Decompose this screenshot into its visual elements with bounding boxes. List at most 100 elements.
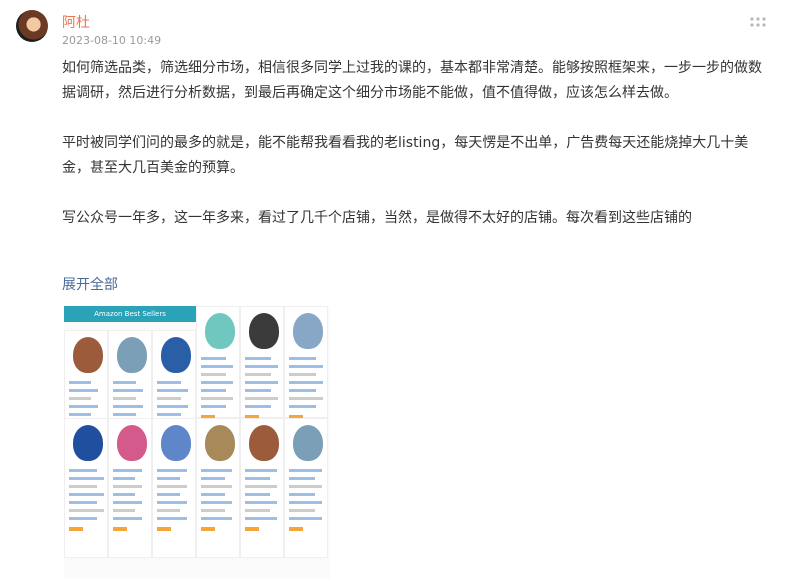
text-line	[113, 485, 142, 488]
post-content: 如何筛选品类，筛选细分市场，相信很多同学上过我的课的，基本都非常清楚。能够按照框…	[62, 56, 768, 231]
text-line	[245, 365, 278, 368]
text-line	[113, 405, 143, 408]
text-line	[201, 485, 232, 488]
post-image[interactable]: Amazon Best Sellers	[64, 306, 330, 579]
text-line	[69, 509, 104, 512]
paragraph: 平时被同学们问的最多的就是，能不能帮我看看我的老listing，每天愣是不出单，…	[62, 135, 749, 176]
text-line	[245, 381, 278, 384]
text-line	[245, 389, 271, 392]
product-thumbnail	[64, 418, 108, 558]
text-line	[289, 477, 315, 480]
text-line	[245, 493, 270, 496]
paragraph: 如何筛选品类，筛选细分市场，相信很多同学上过我的课的，基本都非常清楚。能够按照框…	[62, 60, 762, 101]
text-line	[201, 501, 232, 504]
text-line	[113, 509, 135, 512]
text-line	[289, 373, 316, 376]
price-tag	[289, 527, 303, 531]
text-line	[289, 389, 316, 392]
earring-image	[249, 425, 279, 461]
expand-all-link[interactable]: 展开全部	[62, 274, 118, 294]
text-line	[157, 509, 180, 512]
text-line	[157, 389, 188, 392]
more-dots-icon[interactable]	[748, 14, 768, 28]
text-line	[113, 477, 135, 480]
author-name[interactable]: 阿杜	[62, 12, 90, 32]
text-line	[113, 493, 135, 496]
text-line	[157, 469, 187, 472]
earring-image	[205, 313, 235, 349]
product-thumbnail	[284, 306, 328, 419]
text-line	[289, 509, 315, 512]
text-line	[201, 381, 233, 384]
text-line	[245, 397, 278, 400]
text-line	[201, 397, 233, 400]
earring-image	[73, 337, 103, 373]
text-line	[69, 493, 104, 496]
price-tag	[201, 527, 215, 531]
earring-image	[205, 425, 235, 461]
price-tag	[113, 527, 127, 531]
text-line	[245, 373, 271, 376]
text-line	[289, 485, 322, 488]
earring-image	[249, 313, 279, 349]
earring-image	[117, 425, 147, 461]
earring-image	[161, 425, 191, 461]
earring-image	[293, 313, 323, 349]
text-line	[289, 493, 315, 496]
text-line	[113, 517, 142, 520]
text-line	[113, 413, 136, 416]
post-card: 阿杜 2023-08-10 10:49 如何筛选品类，筛选细分市场，相信很多同学…	[0, 0, 788, 579]
text-line	[289, 405, 316, 408]
text-line	[113, 501, 142, 504]
avatar[interactable]	[16, 10, 48, 42]
text-line	[201, 509, 225, 512]
text-line	[201, 373, 226, 376]
text-line	[113, 381, 136, 384]
text-line	[113, 469, 142, 472]
text-line	[201, 365, 233, 368]
product-thumbnail	[284, 418, 328, 558]
text-line	[69, 477, 104, 480]
text-line	[69, 469, 97, 472]
earring-image	[73, 425, 103, 461]
product-thumbnail	[196, 306, 240, 419]
text-line	[245, 509, 270, 512]
text-line	[201, 357, 226, 360]
text-line	[113, 397, 136, 400]
text-line	[69, 485, 97, 488]
text-line	[201, 493, 225, 496]
text-line	[245, 477, 270, 480]
text-line	[69, 517, 97, 520]
text-line	[69, 501, 97, 504]
text-line	[157, 493, 180, 496]
text-line	[245, 485, 277, 488]
text-line	[157, 405, 188, 408]
price-tag	[157, 527, 171, 531]
text-line	[245, 357, 271, 360]
text-line	[69, 413, 91, 416]
text-line	[157, 501, 187, 504]
product-thumbnail	[240, 306, 284, 419]
text-line	[289, 397, 323, 400]
text-line	[69, 389, 98, 392]
text-line	[157, 485, 187, 488]
text-line	[245, 517, 277, 520]
paragraph: 写公众号一年多，这一年多来，看过了几千个店铺，当然，是做得不太好的店铺。每次看到…	[62, 210, 692, 226]
post-timestamp: 2023-08-10 10:49	[62, 34, 162, 47]
text-line	[201, 469, 232, 472]
text-line	[69, 397, 91, 400]
text-line	[157, 517, 187, 520]
text-line	[69, 381, 91, 384]
text-line	[201, 405, 226, 408]
text-line	[69, 405, 98, 408]
text-line	[245, 501, 277, 504]
text-line	[157, 413, 181, 416]
text-line	[289, 365, 323, 368]
text-line	[201, 477, 225, 480]
text-line	[289, 501, 322, 504]
text-line	[289, 469, 322, 472]
image-header-text: Amazon Best Sellers	[64, 306, 196, 322]
text-line	[245, 405, 271, 408]
text-line	[201, 389, 226, 392]
earring-image	[293, 425, 323, 461]
